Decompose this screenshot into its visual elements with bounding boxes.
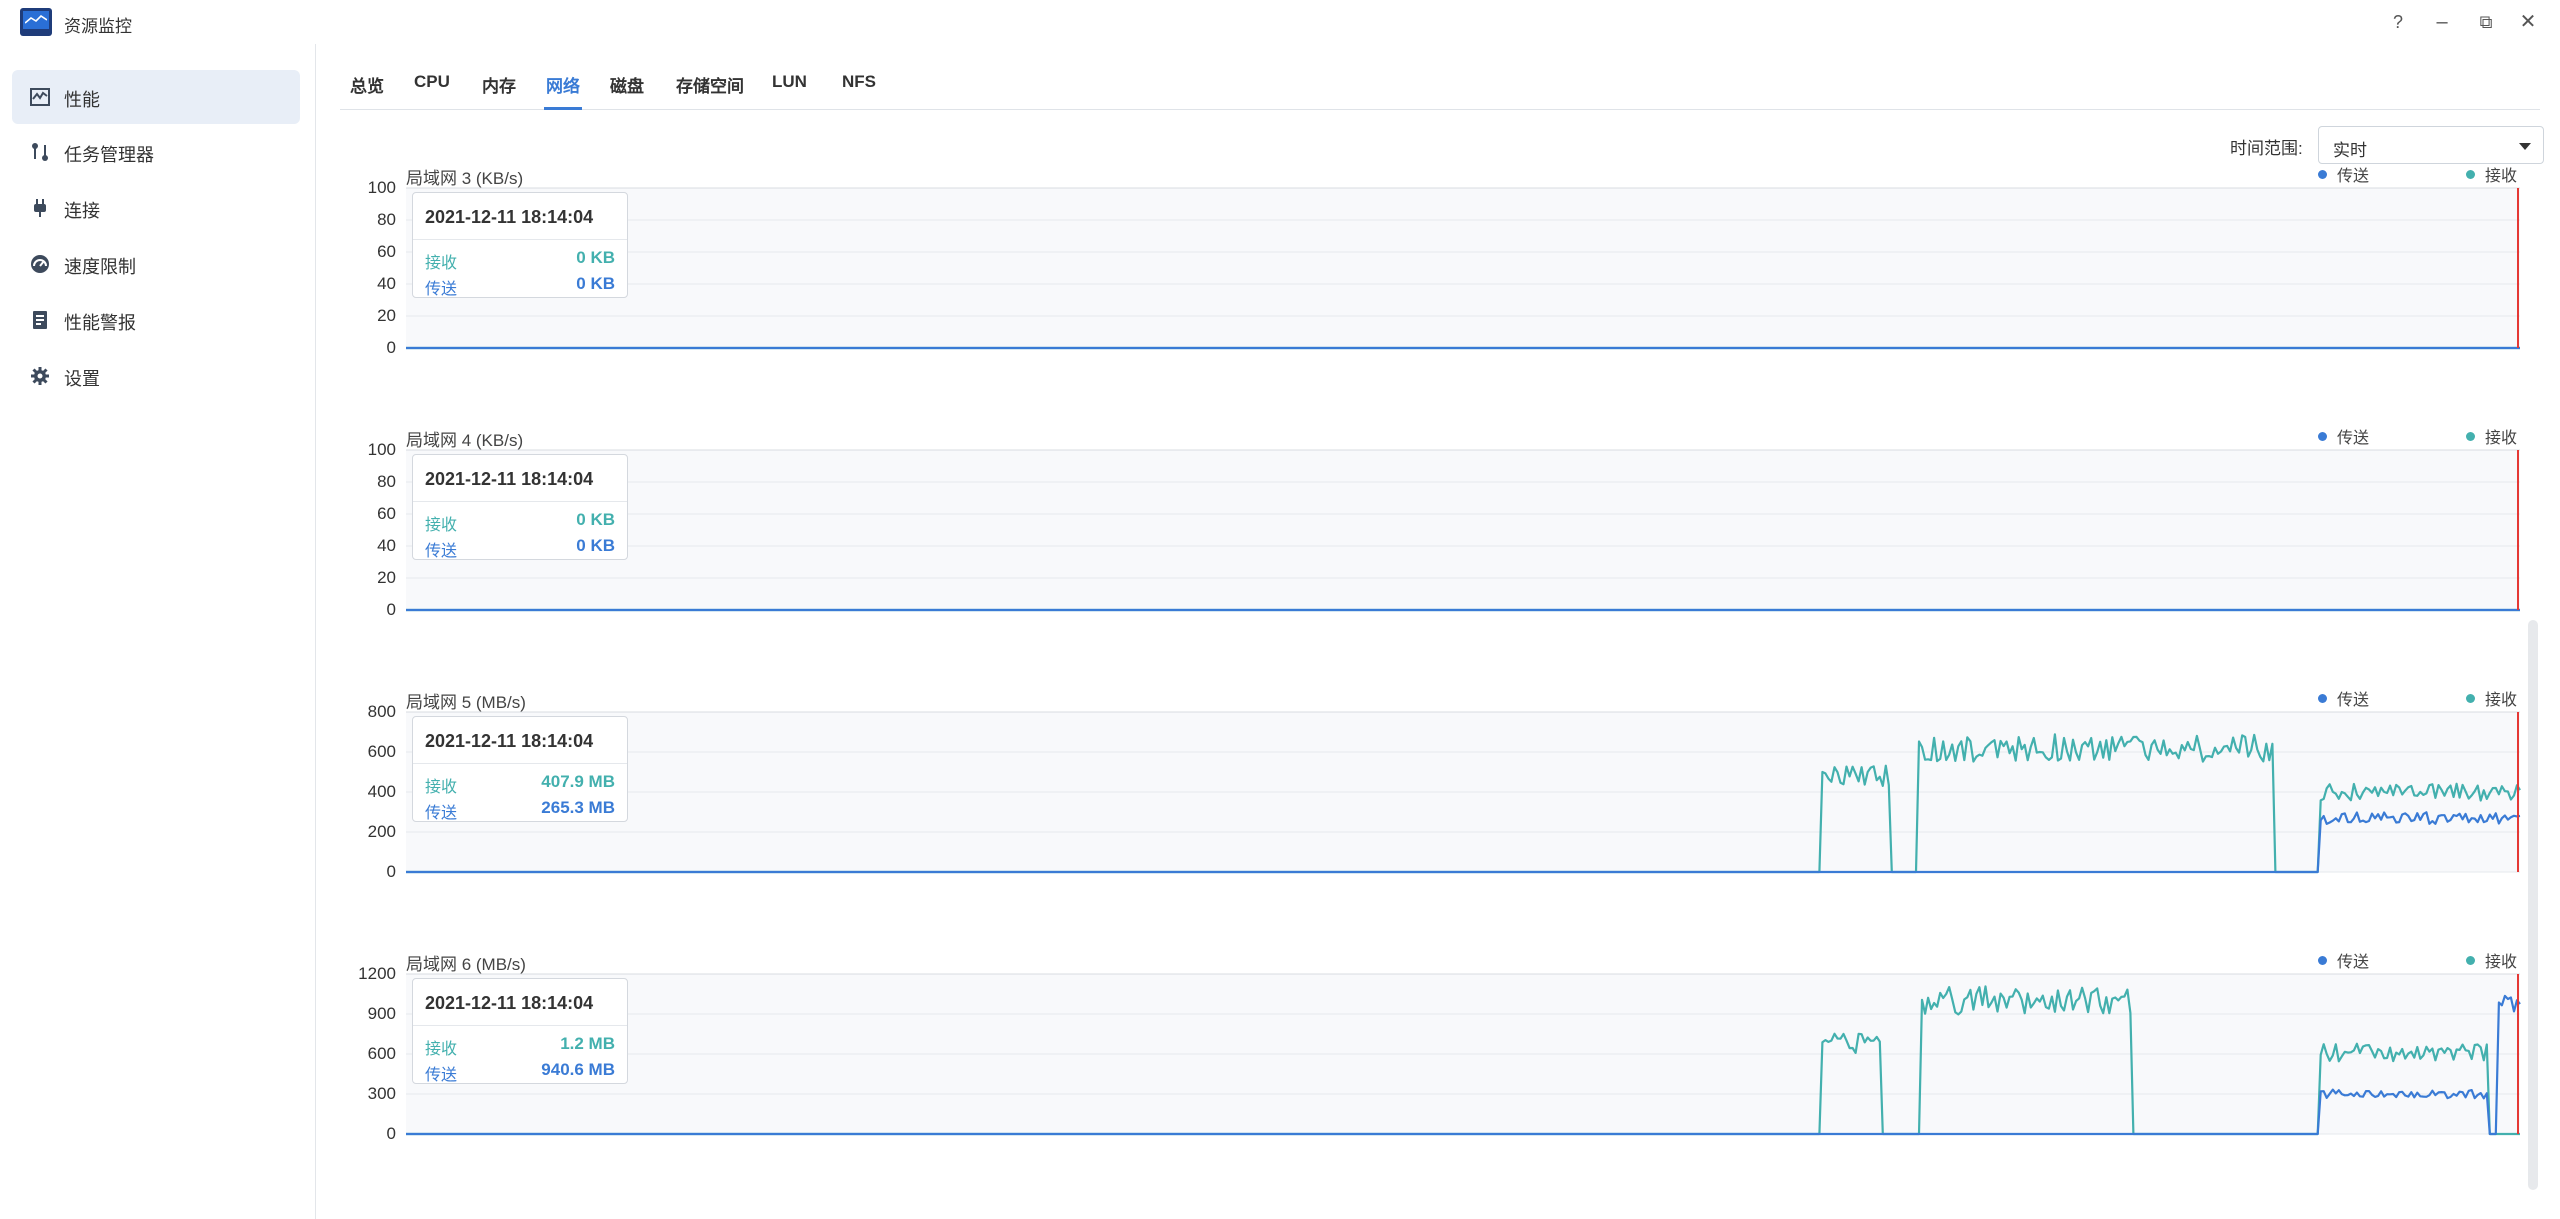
sidebar-item-performance[interactable]: 性能 bbox=[12, 70, 300, 124]
sidebar-item-speed-limit[interactable]: 速度限制 bbox=[12, 237, 300, 291]
speed-gauge-icon bbox=[31, 255, 49, 273]
tooltip-send-value: 265.3 MB bbox=[541, 798, 615, 817]
sidebar-item-label: 性能 bbox=[64, 90, 100, 110]
tooltip-receive-label: 接收 bbox=[425, 1041, 458, 1058]
sidebar-item-task-manager[interactable]: 任务管理器 bbox=[12, 125, 300, 179]
tooltip-send-value: 0 KB bbox=[576, 536, 615, 555]
chevron-down-icon bbox=[2519, 143, 2531, 150]
chart-tooltip: 2021-12-11 18:14:04 接收 0 KB 传送 0 KB bbox=[412, 192, 628, 298]
tooltip-send-value: 0 KB bbox=[576, 274, 615, 293]
tooltip-time: 2021-12-11 18:14:04 bbox=[425, 731, 594, 751]
chart-plot-area[interactable] bbox=[340, 166, 2540, 366]
close-button[interactable]: ✕ bbox=[2514, 8, 2542, 36]
time-range-select[interactable]: 实时 bbox=[2318, 126, 2544, 164]
sidebar-item-label: 连接 bbox=[64, 201, 100, 221]
network-chart-3: 局域网 3 (KB/s) 传送 接收 100 80 60 40 20 0 2021-12-11 1… bbox=[340, 166, 2540, 396]
help-button[interactable]: ? bbox=[2384, 8, 2412, 36]
chart-tooltip: 2021-12-11 18:14:04 接收 0 KB 传送 0 KB bbox=[412, 454, 628, 560]
sidebar-item-settings[interactable]: 设置 bbox=[12, 349, 300, 403]
report-icon bbox=[33, 311, 47, 329]
restore-button[interactable]: ⧉ bbox=[2472, 8, 2500, 36]
plug-icon bbox=[34, 199, 46, 217]
tab-network[interactable]: 网络 bbox=[546, 72, 580, 97]
chart-plot-area[interactable] bbox=[340, 428, 2540, 628]
tooltip-time: 2021-12-11 18:14:04 bbox=[425, 207, 594, 227]
network-chart-4: 局域网 4 (KB/s) 传送 接收 100 80 60 40 20 0 2021-12-11 1… bbox=[340, 428, 2540, 658]
plot-background bbox=[406, 450, 2520, 610]
tooltip-send-label: 传送 bbox=[425, 543, 458, 560]
tab-memory[interactable]: 内存 bbox=[482, 72, 516, 97]
tab-cpu[interactable]: CPU bbox=[414, 72, 450, 92]
tooltip-send-value: 940.6 MB bbox=[541, 1060, 615, 1079]
tooltip-send-label: 传送 bbox=[425, 1067, 458, 1084]
sidebar: 性能 任务管理器 连接 速度限制 性能警报 设置 bbox=[0, 44, 316, 1219]
tooltip-time: 2021-12-11 18:14:04 bbox=[425, 469, 594, 489]
gear-icon bbox=[31, 367, 49, 385]
minimize-button[interactable]: – bbox=[2428, 8, 2456, 36]
tooltip-time: 2021-12-11 18:14:04 bbox=[425, 993, 594, 1013]
chart-plot-area[interactable] bbox=[340, 952, 2540, 1152]
tab-overview[interactable]: 总览 bbox=[350, 72, 384, 97]
tab-nfs[interactable]: NFS bbox=[842, 72, 876, 92]
tooltip-receive-value: 0 KB bbox=[576, 248, 615, 267]
tab-bar: 总览 CPU 内存 网络 磁盘 存储空间 LUN NFS bbox=[340, 64, 2540, 110]
tab-disk[interactable]: 磁盘 bbox=[610, 72, 644, 97]
sidebar-item-connections[interactable]: 连接 bbox=[12, 181, 300, 235]
tooltip-send-label: 传送 bbox=[425, 281, 458, 298]
sidebar-item-label: 性能警报 bbox=[64, 313, 136, 333]
plot-background bbox=[406, 188, 2520, 348]
tooltip-receive-value: 0 KB bbox=[576, 510, 615, 529]
scrollbar[interactable] bbox=[2528, 620, 2538, 1190]
tooltip-send-label: 传送 bbox=[425, 805, 458, 822]
tooltip-receive-label: 接收 bbox=[425, 255, 458, 272]
title-bar: 资源监控 ? – ⧉ ✕ bbox=[0, 0, 2560, 44]
tab-lun[interactable]: LUN bbox=[772, 72, 807, 92]
tooltip-receive-value: 407.9 MB bbox=[541, 772, 615, 791]
tooltip-receive-label: 接收 bbox=[425, 517, 458, 534]
network-chart-5: 局域网 5 (MB/s) 传送 接收 800 600 400 200 0 2021-12-11 … bbox=[340, 690, 2540, 920]
window-title: 资源监控 bbox=[64, 17, 132, 36]
chart-tooltip: 2021-12-11 18:14:04 接收 1.2 MB 传送 940.6 MB bbox=[412, 978, 628, 1084]
sidebar-item-performance-alerts[interactable]: 性能警报 bbox=[12, 293, 300, 347]
time-range-label: 时间范围: bbox=[2230, 139, 2303, 158]
resource-monitor-app-icon bbox=[20, 8, 52, 36]
tooltip-receive-value: 1.2 MB bbox=[560, 1034, 615, 1053]
performance-chart-icon bbox=[30, 88, 50, 106]
sidebar-item-label: 速度限制 bbox=[64, 257, 136, 277]
chart-plot-area[interactable] bbox=[340, 690, 2540, 890]
time-range-value: 实时 bbox=[2333, 141, 2367, 160]
tooltip-receive-label: 接收 bbox=[425, 779, 458, 796]
active-tab-indicator bbox=[544, 107, 582, 110]
sidebar-item-label: 设置 bbox=[64, 369, 100, 389]
task-manager-icon bbox=[32, 143, 48, 161]
tab-volume[interactable]: 存储空间 bbox=[676, 72, 744, 97]
sidebar-item-label: 任务管理器 bbox=[64, 145, 154, 165]
chart-tooltip: 2021-12-11 18:14:04 接收 407.9 MB 传送 265.3 MB bbox=[412, 716, 628, 822]
network-chart-6: 局域网 6 (MB/s) 传送 接收 1200 900 600 300 0 2021-12-11… bbox=[340, 952, 2540, 1182]
